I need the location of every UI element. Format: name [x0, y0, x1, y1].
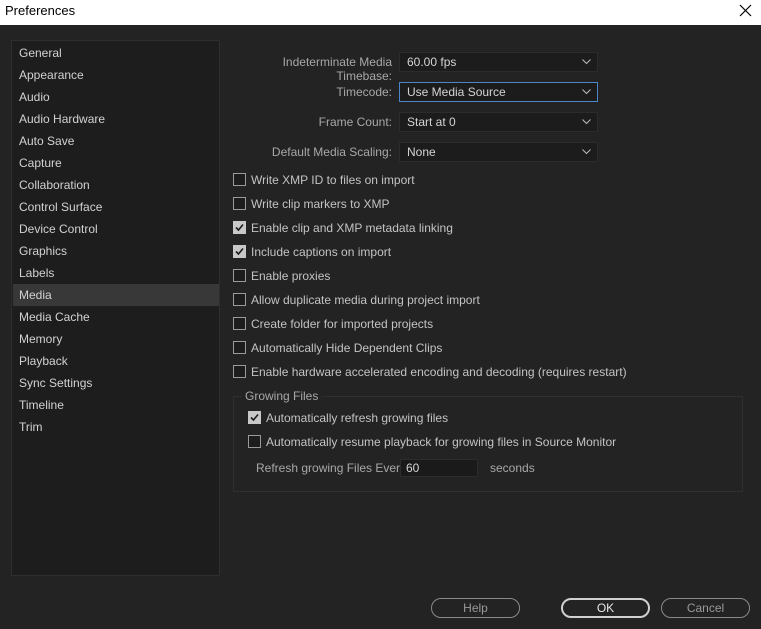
sidebar-item-playback[interactable]: Playback	[13, 350, 219, 372]
sidebar-item-label: Audio Hardware	[19, 112, 106, 126]
sidebar-item-trim[interactable]: Trim	[13, 416, 219, 438]
cancel-button[interactable]: Cancel	[661, 598, 750, 618]
sidebar-item-labels[interactable]: Labels	[13, 262, 219, 284]
checkbox-box	[248, 411, 261, 424]
checkbox-box	[233, 293, 246, 306]
sidebar-item-label: Trim	[19, 420, 43, 434]
ok-button[interactable]: OK	[561, 598, 650, 618]
close-button[interactable]	[735, 0, 757, 22]
timebase-value: 60.00 fps	[407, 55, 457, 69]
timebase-label: Indeterminate Media Timebase:	[282, 55, 392, 83]
sidebar-item-media-cache[interactable]: Media Cache	[13, 306, 219, 328]
sidebar-item-sync-settings[interactable]: Sync Settings	[13, 372, 219, 394]
checkbox-label: Create folder for imported projects	[251, 317, 434, 331]
sidebar-item-collaboration[interactable]: Collaboration	[13, 174, 219, 196]
frame-count-label: Frame Count:	[318, 115, 392, 129]
timecode-label: Timecode:	[336, 85, 392, 99]
sidebar-item-timeline[interactable]: Timeline	[13, 394, 219, 416]
frame-count-value: Start at 0	[407, 115, 456, 129]
checkbox-label: Enable clip and XMP metadata linking	[251, 221, 453, 235]
checkbox-box	[233, 317, 246, 330]
close-icon	[739, 4, 752, 17]
checkbox-box	[233, 341, 246, 354]
checkbox-box	[233, 173, 246, 186]
sidebar-item-label: General	[19, 46, 62, 60]
sidebar-item-appearance[interactable]: Appearance	[13, 64, 219, 86]
sidebar-item-capture[interactable]: Capture	[13, 152, 219, 174]
window-title: Preferences	[5, 3, 76, 18]
sidebar-item-label: Graphics	[19, 244, 68, 258]
checkbox-label: Allow duplicate media during project imp…	[251, 293, 480, 307]
sidebar-item-media[interactable]: Media	[13, 284, 219, 306]
sidebar-item-label: Media	[19, 288, 52, 302]
checkbox-box	[248, 435, 261, 448]
sidebar-item-audio-hardware[interactable]: Audio Hardware	[13, 108, 219, 130]
checkbox-box	[233, 269, 246, 282]
sidebar-item-label: Control Surface	[19, 200, 103, 214]
checkmark-icon	[235, 223, 244, 232]
refresh-interval-input[interactable]	[400, 459, 478, 477]
sidebar-item-label: Device Control	[19, 222, 98, 236]
sidebar-item-label: Playback	[19, 354, 68, 368]
frame-count-dropdown[interactable]: Start at 0	[399, 112, 598, 132]
checkbox-label: Write XMP ID to files on import	[251, 173, 415, 187]
checkbox-label: Automatically resume playback for growin…	[266, 435, 617, 449]
sidebar-item-auto-save[interactable]: Auto Save	[13, 130, 219, 152]
checkbox-box	[233, 365, 246, 378]
sidebar-item-label: Memory	[19, 332, 63, 346]
sidebar-item-label: Labels	[19, 266, 55, 280]
checkbox-box	[233, 221, 246, 234]
timecode-value: Use Media Source	[407, 85, 506, 99]
checkbox-label: Include captions on import	[251, 245, 392, 259]
sidebar-item-label: Appearance	[19, 68, 84, 82]
title-bar: Preferences	[0, 0, 761, 25]
sidebar-item-control-surface[interactable]: Control Surface	[13, 196, 219, 218]
sidebar-item-device-control[interactable]: Device Control	[13, 218, 219, 240]
timecode-dropdown[interactable]: Use Media Source	[399, 82, 598, 102]
checkbox-label: Automatically Hide Dependent Clips	[251, 341, 443, 355]
sidebar-item-memory[interactable]: Memory	[13, 328, 219, 350]
scaling-dropdown[interactable]: None	[399, 142, 598, 162]
sidebar-item-graphics[interactable]: Graphics	[13, 240, 219, 262]
checkbox-box	[233, 245, 246, 258]
checkbox-label: Enable hardware accelerated encoding and…	[251, 365, 627, 379]
sidebar-item-label: Media Cache	[19, 310, 90, 324]
sidebar-item-label: Auto Save	[19, 134, 75, 148]
checkbox-label: Write clip markers to XMP	[251, 197, 390, 211]
checkbox-label: Automatically refresh growing files	[266, 411, 449, 425]
chevron-down-icon	[582, 149, 591, 155]
sidebar-item-general[interactable]: General	[13, 42, 219, 64]
category-list: General Appearance Audio Audio Hardware …	[11, 40, 220, 576]
help-button[interactable]: Help	[431, 598, 520, 618]
refresh-every-label: Refresh growing Files Every	[256, 461, 407, 475]
sidebar-item-label: Audio	[19, 90, 50, 104]
sidebar-item-label: Timeline	[19, 398, 64, 412]
checkbox-box	[233, 197, 246, 210]
chevron-down-icon	[582, 89, 591, 95]
sidebar-item-label: Sync Settings	[19, 376, 93, 390]
chevron-down-icon	[582, 59, 591, 65]
scaling-value: None	[407, 145, 436, 159]
checkmark-icon	[235, 247, 244, 256]
checkmark-icon	[250, 413, 259, 422]
sidebar-item-audio[interactable]: Audio	[13, 86, 219, 108]
checkbox-label: Enable proxies	[251, 269, 331, 283]
chevron-down-icon	[582, 119, 591, 125]
seconds-unit-label: seconds	[490, 461, 535, 475]
growing-files-title: Growing Files	[242, 389, 322, 403]
sidebar-item-label: Collaboration	[19, 178, 90, 192]
sidebar-item-label: Capture	[19, 156, 62, 170]
timebase-dropdown[interactable]: 60.00 fps	[399, 52, 598, 72]
scaling-label: Default Media Scaling:	[271, 145, 392, 159]
